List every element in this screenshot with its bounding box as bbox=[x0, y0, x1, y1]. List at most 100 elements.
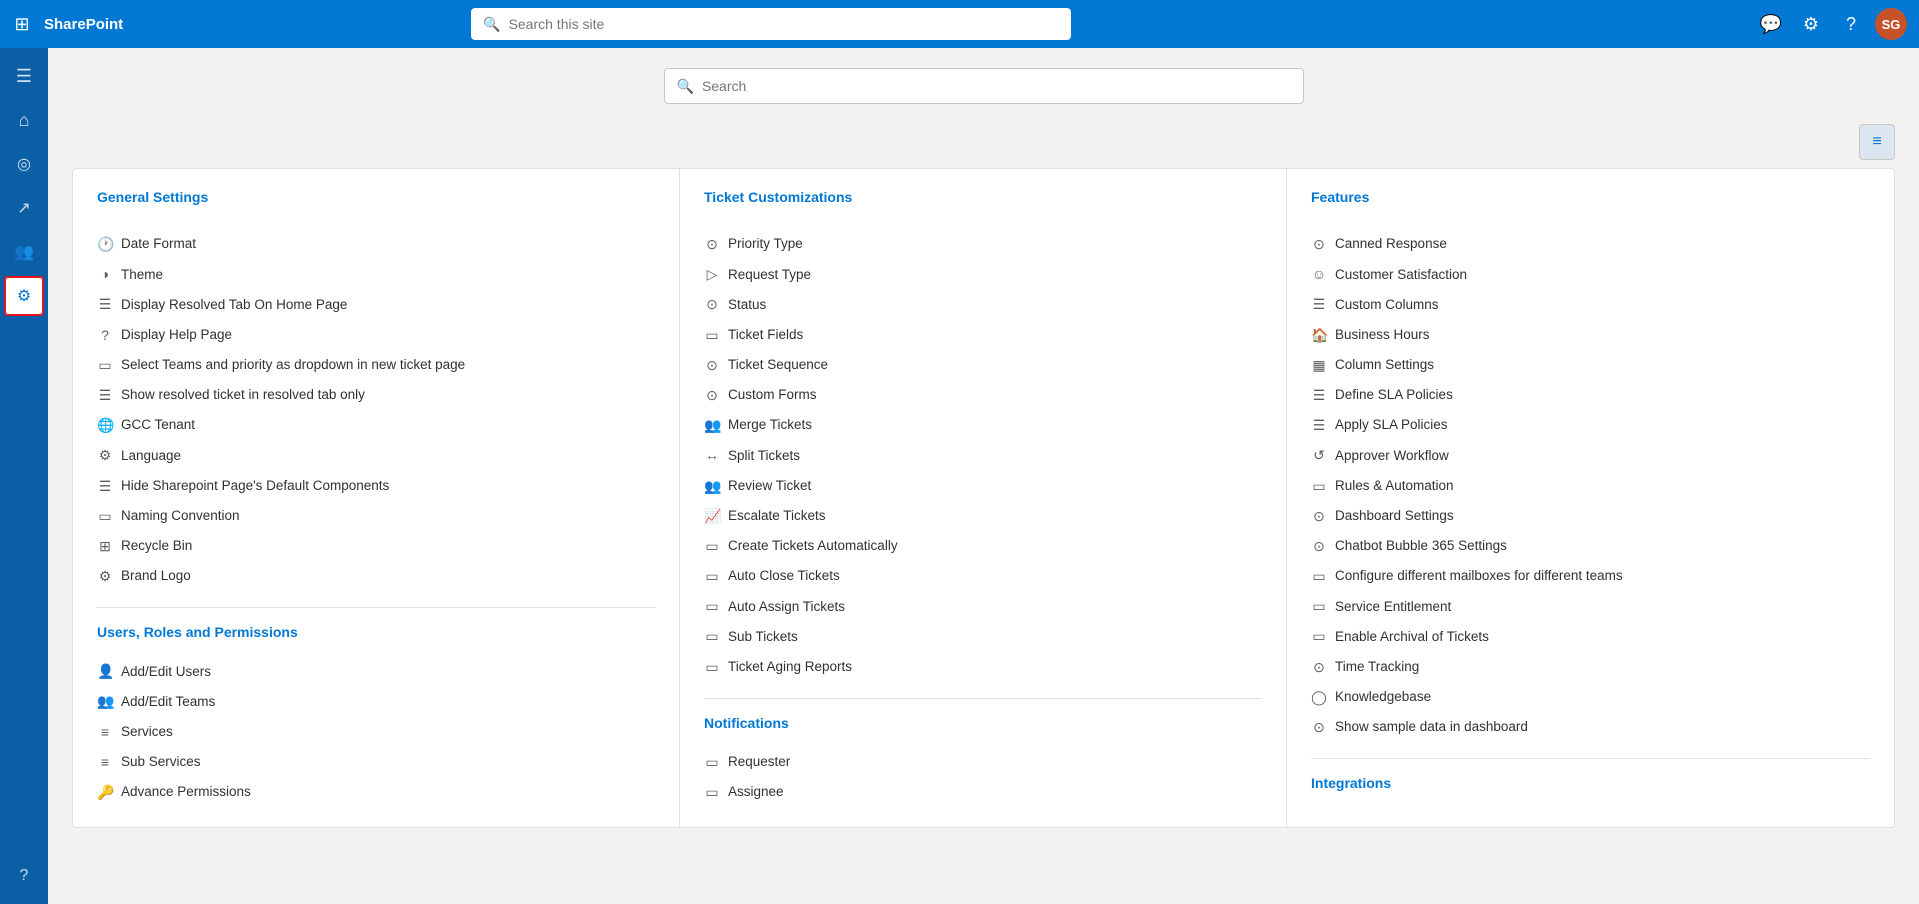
menu-language[interactable]: ⚙ Language bbox=[97, 440, 655, 470]
ticket-sequence-icon: ⊙ bbox=[704, 356, 720, 374]
service-entitlement-icon: ▭ bbox=[1311, 597, 1327, 615]
content-grid: General Settings 🕐 Date Format ◑ Theme ☰… bbox=[72, 168, 1895, 828]
time-tracking-icon: ⊙ bbox=[1311, 658, 1327, 676]
top-bar-icons: 💬 ⚙ ? SG bbox=[1755, 8, 1907, 40]
menu-status[interactable]: ⊙ Status bbox=[704, 289, 1262, 319]
menu-hide-sharepoint-label: Hide Sharepoint Page's Default Component… bbox=[121, 477, 389, 495]
menu-hide-sharepoint[interactable]: ☰ Hide Sharepoint Page's Default Compone… bbox=[97, 471, 655, 501]
view-toggle-button[interactable]: ≡ bbox=[1859, 124, 1895, 160]
section-divider-3 bbox=[1311, 758, 1870, 759]
menu-apply-sla[interactable]: ☰ Apply SLA Policies bbox=[1311, 410, 1870, 440]
naming-convention-icon: ▭ bbox=[97, 507, 113, 525]
menu-custom-forms[interactable]: ⊙ Custom Forms bbox=[704, 380, 1262, 410]
top-search-input[interactable] bbox=[509, 16, 1060, 32]
sidebar-item-help[interactable]: ? bbox=[4, 856, 44, 896]
menu-sub-services[interactable]: ≡ Sub Services bbox=[97, 747, 655, 777]
menu-create-tickets[interactable]: ▭ Create Tickets Automatically bbox=[704, 531, 1262, 561]
menu-time-tracking[interactable]: ⊙ Time Tracking bbox=[1311, 652, 1870, 682]
menu-sub-tickets[interactable]: ▭ Sub Tickets bbox=[704, 621, 1262, 651]
feedback-icon[interactable]: 💬 bbox=[1755, 8, 1787, 40]
menu-ticket-sequence[interactable]: ⊙ Ticket Sequence bbox=[704, 350, 1262, 380]
menu-canned-response[interactable]: ⊙ Canned Response bbox=[1311, 229, 1870, 259]
menu-priority-type-label: Priority Type bbox=[728, 235, 803, 253]
menu-show-sample-data-label: Show sample data in dashboard bbox=[1335, 718, 1528, 736]
menu-add-edit-users[interactable]: 👤 Add/Edit Users bbox=[97, 656, 655, 686]
users-roles-title: Users, Roles and Permissions bbox=[97, 624, 655, 640]
menu-advance-permissions[interactable]: 🔑 Advance Permissions bbox=[97, 777, 655, 807]
grid-icon[interactable]: ⊞ bbox=[12, 14, 32, 34]
menu-approver-workflow[interactable]: ↺ Approver Workflow bbox=[1311, 440, 1870, 470]
menu-escalate-tickets[interactable]: 📈 Escalate Tickets bbox=[704, 501, 1262, 531]
menu-knowledgebase[interactable]: ◯ Knowledgebase bbox=[1311, 682, 1870, 712]
menu-service-entitlement[interactable]: ▭ Service Entitlement bbox=[1311, 591, 1870, 621]
business-hours-icon: 🏠 bbox=[1311, 326, 1327, 344]
menu-show-resolved[interactable]: ☰ Show resolved ticket in resolved tab o… bbox=[97, 380, 655, 410]
menu-split-tickets[interactable]: ↔ Split Tickets bbox=[704, 440, 1262, 470]
menu-select-teams[interactable]: ▭ Select Teams and priority as dropdown … bbox=[97, 350, 655, 380]
rules-automation-icon: ▭ bbox=[1311, 477, 1327, 495]
column-settings-icon: ▦ bbox=[1311, 356, 1327, 374]
menu-ticket-fields-label: Ticket Fields bbox=[728, 326, 803, 344]
menu-assignee[interactable]: ▭ Assignee bbox=[704, 777, 1262, 807]
menu-services-label: Services bbox=[121, 723, 173, 741]
menu-priority-type[interactable]: ⊙ Priority Type bbox=[704, 229, 1262, 259]
priority-type-icon: ⊙ bbox=[704, 235, 720, 253]
help-icon[interactable]: ? bbox=[1835, 8, 1867, 40]
sidebar-item-settings[interactable]: ⚙ bbox=[4, 276, 44, 316]
sidebar-item-home[interactable]: ⌂ bbox=[4, 100, 44, 140]
menu-business-hours[interactable]: 🏠 Business Hours bbox=[1311, 320, 1870, 350]
menu-configure-mailboxes[interactable]: ▭ Configure different mailboxes for diff… bbox=[1311, 561, 1870, 591]
define-sla-icon: ☰ bbox=[1311, 386, 1327, 404]
menu-knowledgebase-label: Knowledgebase bbox=[1335, 688, 1431, 706]
split-tickets-icon: ↔ bbox=[704, 446, 720, 464]
menu-show-sample-data[interactable]: ⊙ Show sample data in dashboard bbox=[1311, 712, 1870, 742]
menu-review-ticket[interactable]: 👥 Review Ticket bbox=[704, 471, 1262, 501]
content-search-box: 🔍 bbox=[664, 68, 1304, 104]
menu-services[interactable]: ≡ Services bbox=[97, 717, 655, 747]
sidebar-item-menu[interactable]: ☰ bbox=[4, 56, 44, 96]
menu-auto-close[interactable]: ▭ Auto Close Tickets bbox=[704, 561, 1262, 591]
menu-merge-tickets[interactable]: 👥 Merge Tickets bbox=[704, 410, 1262, 440]
menu-rules-automation[interactable]: ▭ Rules & Automation bbox=[1311, 471, 1870, 501]
sidebar-item-analytics[interactable]: ↗ bbox=[4, 188, 44, 228]
menu-theme[interactable]: ◑ Theme bbox=[97, 259, 655, 289]
theme-icon: ◑ bbox=[97, 265, 113, 283]
menu-dashboard-settings[interactable]: ⊙ Dashboard Settings bbox=[1311, 501, 1870, 531]
menu-rules-automation-label: Rules & Automation bbox=[1335, 477, 1454, 495]
menu-column-settings-label: Column Settings bbox=[1335, 356, 1434, 374]
display-resolved-icon: ☰ bbox=[97, 295, 113, 313]
menu-enable-archival[interactable]: ▭ Enable Archival of Tickets bbox=[1311, 621, 1870, 651]
menu-column-settings[interactable]: ▦ Column Settings bbox=[1311, 350, 1870, 380]
sidebar-item-search[interactable]: ◎ bbox=[4, 144, 44, 184]
menu-ticket-sequence-label: Ticket Sequence bbox=[728, 356, 828, 374]
menu-gcc-tenant-label: GCC Tenant bbox=[121, 416, 195, 434]
menu-custom-columns[interactable]: ☰ Custom Columns bbox=[1311, 289, 1870, 319]
menu-auto-assign[interactable]: ▭ Auto Assign Tickets bbox=[704, 591, 1262, 621]
ticket-customizations-title: Ticket Customizations bbox=[704, 189, 1262, 213]
settings-icon[interactable]: ⚙ bbox=[1795, 8, 1827, 40]
menu-gcc-tenant[interactable]: 🌐 GCC Tenant bbox=[97, 410, 655, 440]
menu-apply-sla-label: Apply SLA Policies bbox=[1335, 416, 1448, 434]
menu-requester[interactable]: ▭ Requester bbox=[704, 747, 1262, 777]
merge-tickets-icon: 👥 bbox=[704, 416, 720, 434]
menu-display-resolved[interactable]: ☰ Display Resolved Tab On Home Page bbox=[97, 289, 655, 319]
app-logo[interactable]: SharePoint bbox=[44, 16, 123, 33]
menu-define-sla[interactable]: ☰ Define SLA Policies bbox=[1311, 380, 1870, 410]
menu-date-format[interactable]: 🕐 Date Format bbox=[97, 229, 655, 259]
menu-recycle-bin-label: Recycle Bin bbox=[121, 537, 192, 555]
menu-request-type[interactable]: ▷ Request Type bbox=[704, 259, 1262, 289]
menu-add-edit-teams[interactable]: 👥 Add/Edit Teams bbox=[97, 686, 655, 716]
menu-brand-logo[interactable]: ⚙ Brand Logo bbox=[97, 561, 655, 591]
menu-recycle-bin[interactable]: ⊞ Recycle Bin bbox=[97, 531, 655, 561]
show-sample-data-icon: ⊙ bbox=[1311, 718, 1327, 736]
advance-permissions-icon: 🔑 bbox=[97, 783, 113, 801]
menu-ticket-fields[interactable]: ▭ Ticket Fields bbox=[704, 320, 1262, 350]
menu-customer-satisfaction[interactable]: ☺ Customer Satisfaction bbox=[1311, 259, 1870, 289]
content-search-input[interactable] bbox=[702, 78, 1291, 94]
menu-display-help[interactable]: ? Display Help Page bbox=[97, 320, 655, 350]
menu-naming-convention[interactable]: ▭ Naming Convention bbox=[97, 501, 655, 531]
sidebar-item-users[interactable]: 👥 bbox=[4, 232, 44, 272]
menu-ticket-aging[interactable]: ▭ Ticket Aging Reports bbox=[704, 652, 1262, 682]
avatar[interactable]: SG bbox=[1875, 8, 1907, 40]
menu-chatbot-bubble[interactable]: ⊙ Chatbot Bubble 365 Settings bbox=[1311, 531, 1870, 561]
